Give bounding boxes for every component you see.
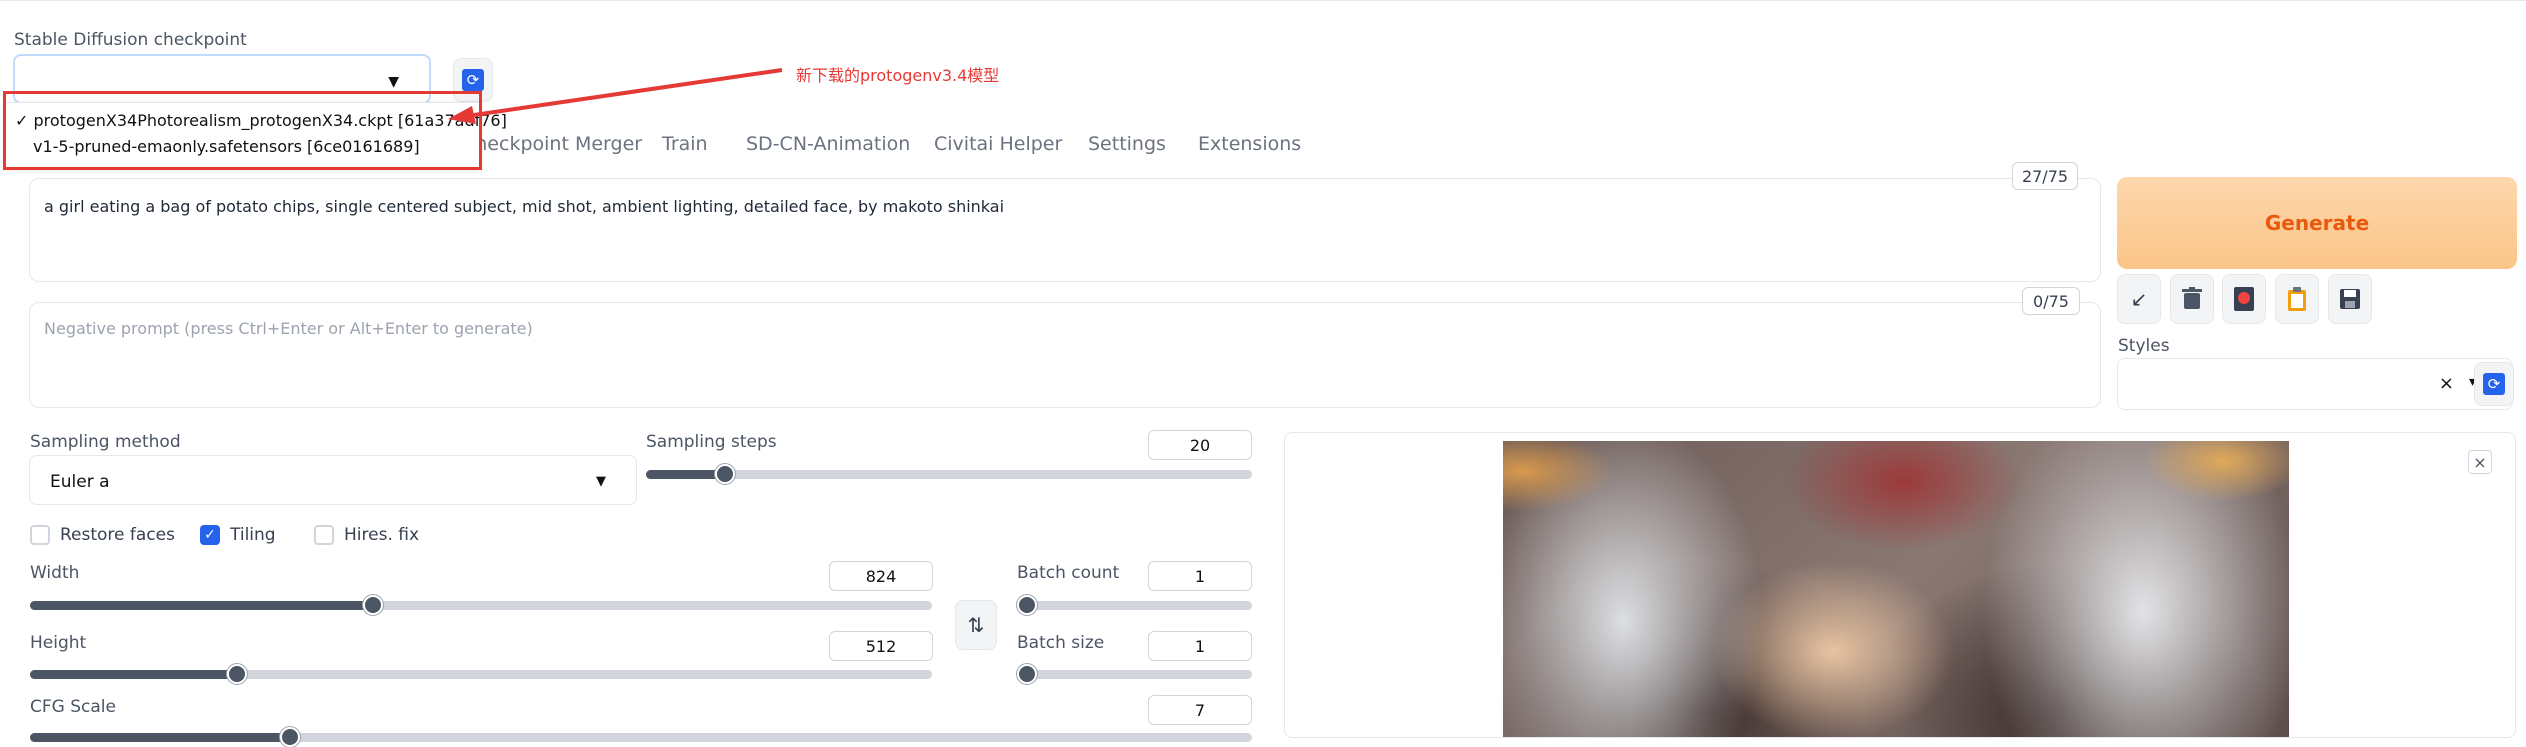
card-icon [2234,287,2254,311]
apply-style-button[interactable] [2275,274,2319,324]
annotation-arrow [448,68,783,124]
chevron-down-icon: ▼ [388,74,399,90]
sampling-steps-input[interactable]: 20 [1148,430,1252,460]
height-slider[interactable] [30,664,932,684]
checkpoint-label: Stable Diffusion checkpoint [14,30,247,50]
extra-networks-button[interactable] [2222,274,2266,324]
slider-thumb[interactable] [280,727,300,747]
batch-size-slider[interactable] [1017,664,1252,684]
close-icon[interactable]: × [2468,450,2492,474]
tab-extensions[interactable]: Extensions [1198,133,1301,155]
batch-count-input[interactable]: 1 [1148,561,1252,591]
read-params-button[interactable]: ↙ [2117,274,2161,324]
save-icon [2340,289,2360,309]
tab-civitai-helper[interactable]: Civitai Helper [934,133,1062,155]
tab-sd-cn-animation[interactable]: SD-CN-Animation [746,133,910,155]
top-divider [0,0,2526,9]
refresh-icon: ⟳ [2483,373,2505,395]
hires-fix-label: Hires. fix [344,525,420,545]
sampling-method-value: Euler a [50,472,110,492]
chevron-down-icon: ▼ [596,474,606,489]
cfg-scale-input[interactable]: 7 [1148,695,1252,725]
arrow-icon: ↙ [2130,287,2148,311]
prompt-text: a girl eating a bag of potato chips, sin… [44,197,1005,216]
restore-faces-checkbox[interactable] [30,525,50,545]
batch-size-input[interactable]: 1 [1148,631,1252,661]
negative-prompt-placeholder: Negative prompt (press Ctrl+Enter or Alt… [44,319,533,338]
save-style-button[interactable] [2328,274,2372,324]
width-input[interactable]: 824 [829,561,933,591]
prompt-textarea[interactable]: a girl eating a bag of potato chips, sin… [29,178,2101,282]
clear-prompt-button[interactable] [2170,274,2214,324]
height-label: Height [30,633,87,653]
swap-dimensions-button[interactable]: ⇅ [955,600,997,650]
styles-refresh-button[interactable]: ⟳ [2474,362,2514,406]
cfg-scale-label: CFG Scale [30,697,116,717]
tab-train[interactable]: Train [662,133,708,155]
batch-size-label: Batch size [1017,633,1105,653]
negative-prompt-token-counter: 0/75 [2022,287,2080,315]
width-label: Width [30,563,80,583]
styles-label: Styles [2118,336,2170,356]
annotation-text: 新下载的protogenv3.4模型 [796,66,1000,85]
negative-prompt-textarea[interactable]: Negative prompt (press Ctrl+Enter or Alt… [29,302,2101,408]
clear-icon[interactable]: × [2439,373,2454,394]
sampling-method-label: Sampling method [30,432,181,452]
tab-settings[interactable]: Settings [1088,133,1166,155]
generate-button[interactable]: Generate [2117,177,2517,269]
slider-thumb[interactable] [714,464,735,484]
slider-thumb[interactable] [1017,595,1037,615]
slider-thumb[interactable] [362,595,383,615]
sampling-method-select[interactable]: Euler a ▼ [29,455,637,505]
annotation-highlight-box [3,91,482,170]
hires-fix-checkbox[interactable] [314,525,334,545]
batch-count-slider[interactable] [1017,595,1252,615]
tiling-label: Tiling [230,525,276,545]
tiling-checkbox[interactable]: ✓ [200,525,220,545]
sampling-steps-label: Sampling steps [646,432,777,452]
restore-faces-label: Restore faces [60,525,175,545]
sampling-steps-slider[interactable] [646,464,1252,484]
styles-select[interactable]: × ▾ [2117,358,2513,410]
tab-checkpoint-merger[interactable]: Checkpoint Merger [462,133,642,155]
trash-icon [2182,287,2202,309]
slider-thumb[interactable] [227,664,248,684]
slider-fill [646,470,725,479]
slider-fill [30,601,373,610]
slider-thumb[interactable] [1017,664,1037,684]
height-input[interactable]: 512 [829,631,933,661]
output-gallery [1284,432,2516,738]
clipboard-icon [2288,287,2306,311]
swap-icon: ⇅ [967,613,985,637]
slider-fill [30,670,238,679]
generated-image[interactable] [1503,441,2289,737]
width-slider[interactable] [30,595,932,615]
prompt-token-counter: 27/75 [2012,162,2078,190]
batch-count-label: Batch count [1017,563,1120,583]
